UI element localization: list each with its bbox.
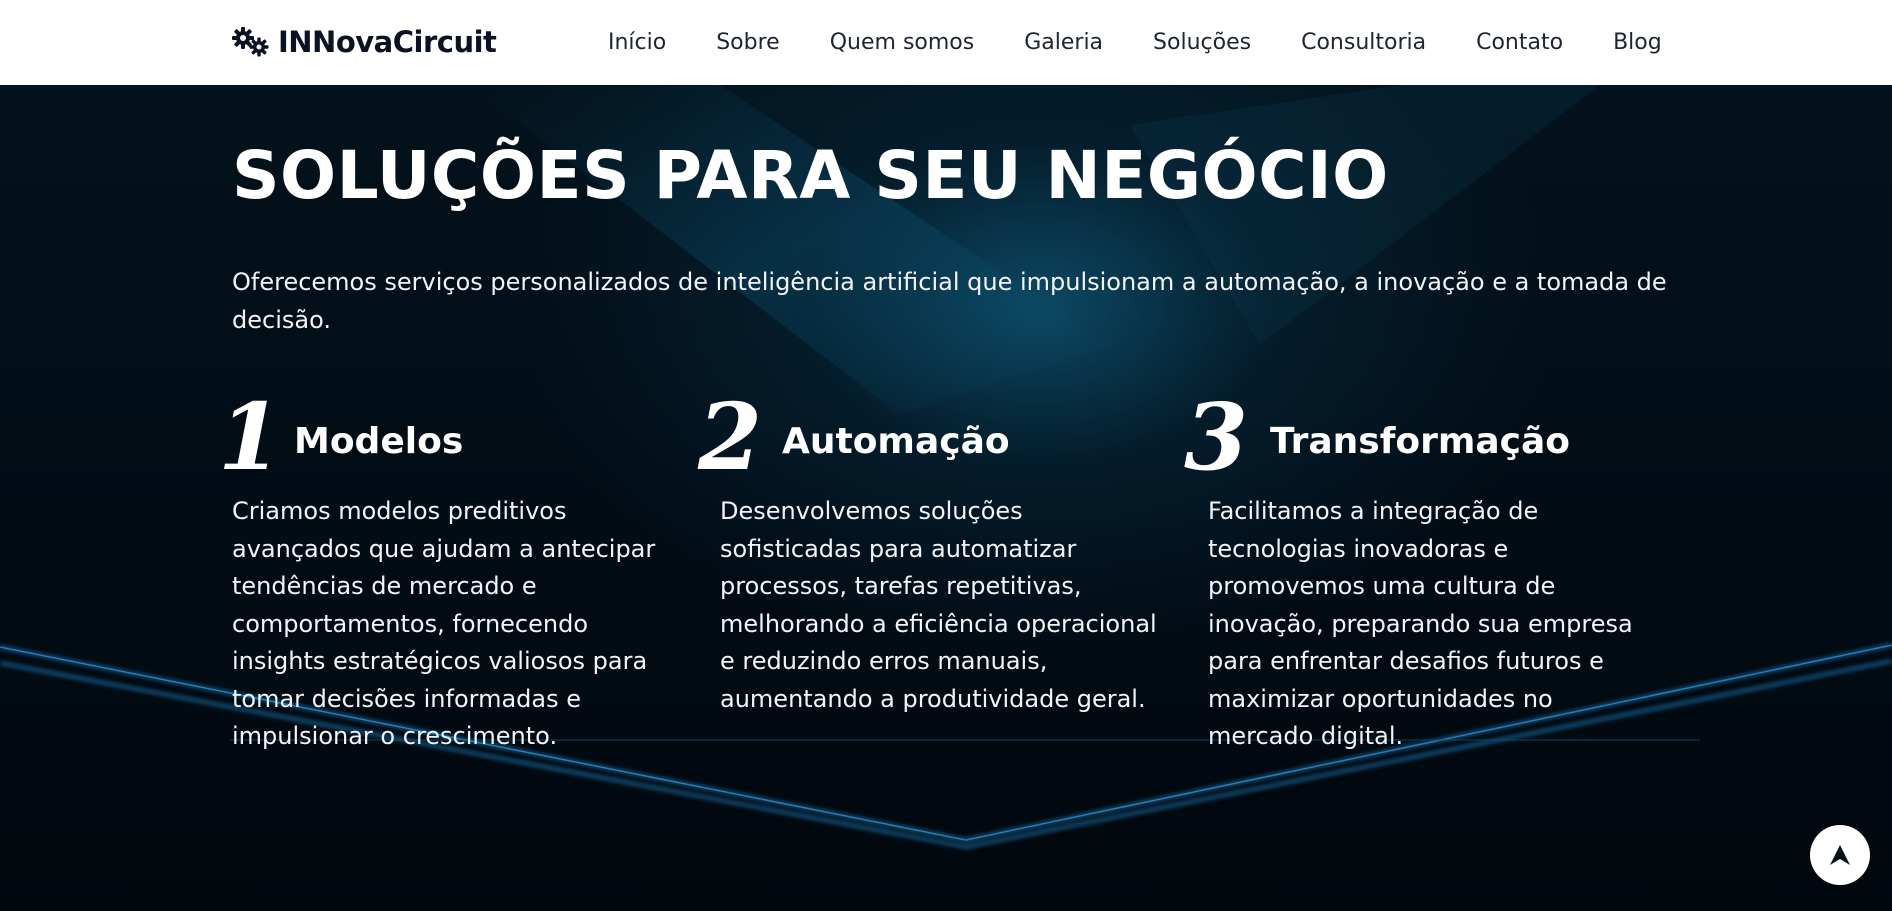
nav-item-contato[interactable]: Contato (1476, 30, 1563, 55)
brand-logo-link[interactable]: INNovaCircuit (232, 21, 497, 63)
nav-item-consultoria[interactable]: Consultoria (1301, 30, 1426, 55)
feature-heading: 2 Automação (698, 387, 1180, 487)
feature-heading: 1 Modelos (218, 387, 692, 487)
feature-number: 2 (698, 383, 763, 491)
nav-item-blog[interactable]: Blog (1613, 30, 1662, 55)
nav-item-quem-somos[interactable]: Quem somos (830, 30, 975, 55)
feature-description: Criamos modelos preditivos avançados que… (232, 497, 656, 750)
nav-item-galeria[interactable]: Galeria (1024, 30, 1103, 55)
feature-description: Facilitamos a integração de tecnologias … (1208, 497, 1633, 750)
feature-card-modelos: 1 Modelos Criamos modelos preditivos ava… (218, 387, 692, 750)
feature-number: 1 (218, 383, 283, 491)
brand-name: INNovaCircuit (278, 25, 497, 59)
feature-card-transformacao: 3 Transformação Facilitamos a integração… (1184, 387, 1668, 750)
nav-item-solucoes[interactable]: Soluções (1153, 30, 1251, 55)
feature-title: Automação (782, 421, 1010, 462)
hero-section: SOLUÇÕES PARA SEU NEGÓCIO Oferecemos ser… (0, 85, 1892, 911)
page-title: SOLUÇÕES PARA SEU NEGÓCIO (232, 137, 1389, 214)
feature-title: Transformação (1270, 421, 1571, 462)
hero-content: SOLUÇÕES PARA SEU NEGÓCIO Oferecemos ser… (0, 85, 1892, 911)
scroll-to-top-button[interactable] (1810, 825, 1870, 885)
arrow-up-icon (1830, 845, 1850, 865)
site-header: INNovaCircuit Início Sobre Quem somos Ga… (0, 0, 1892, 85)
feature-heading: 3 Transformação (1184, 387, 1668, 487)
main-nav: Início Sobre Quem somos Galeria Soluções… (608, 22, 1662, 62)
feature-number: 3 (1184, 383, 1249, 491)
feature-description: Desenvolvemos soluções sofisticadas para… (720, 497, 1157, 713)
nav-item-inicio[interactable]: Início (608, 30, 666, 55)
nav-item-sobre[interactable]: Sobre (716, 30, 780, 55)
gears-icon (232, 27, 269, 57)
feature-title: Modelos (294, 421, 464, 462)
hero-description: Oferecemos serviços personalizados de in… (232, 268, 1667, 334)
feature-card-automacao: 2 Automação Desenvolvemos soluções sofis… (698, 387, 1180, 713)
